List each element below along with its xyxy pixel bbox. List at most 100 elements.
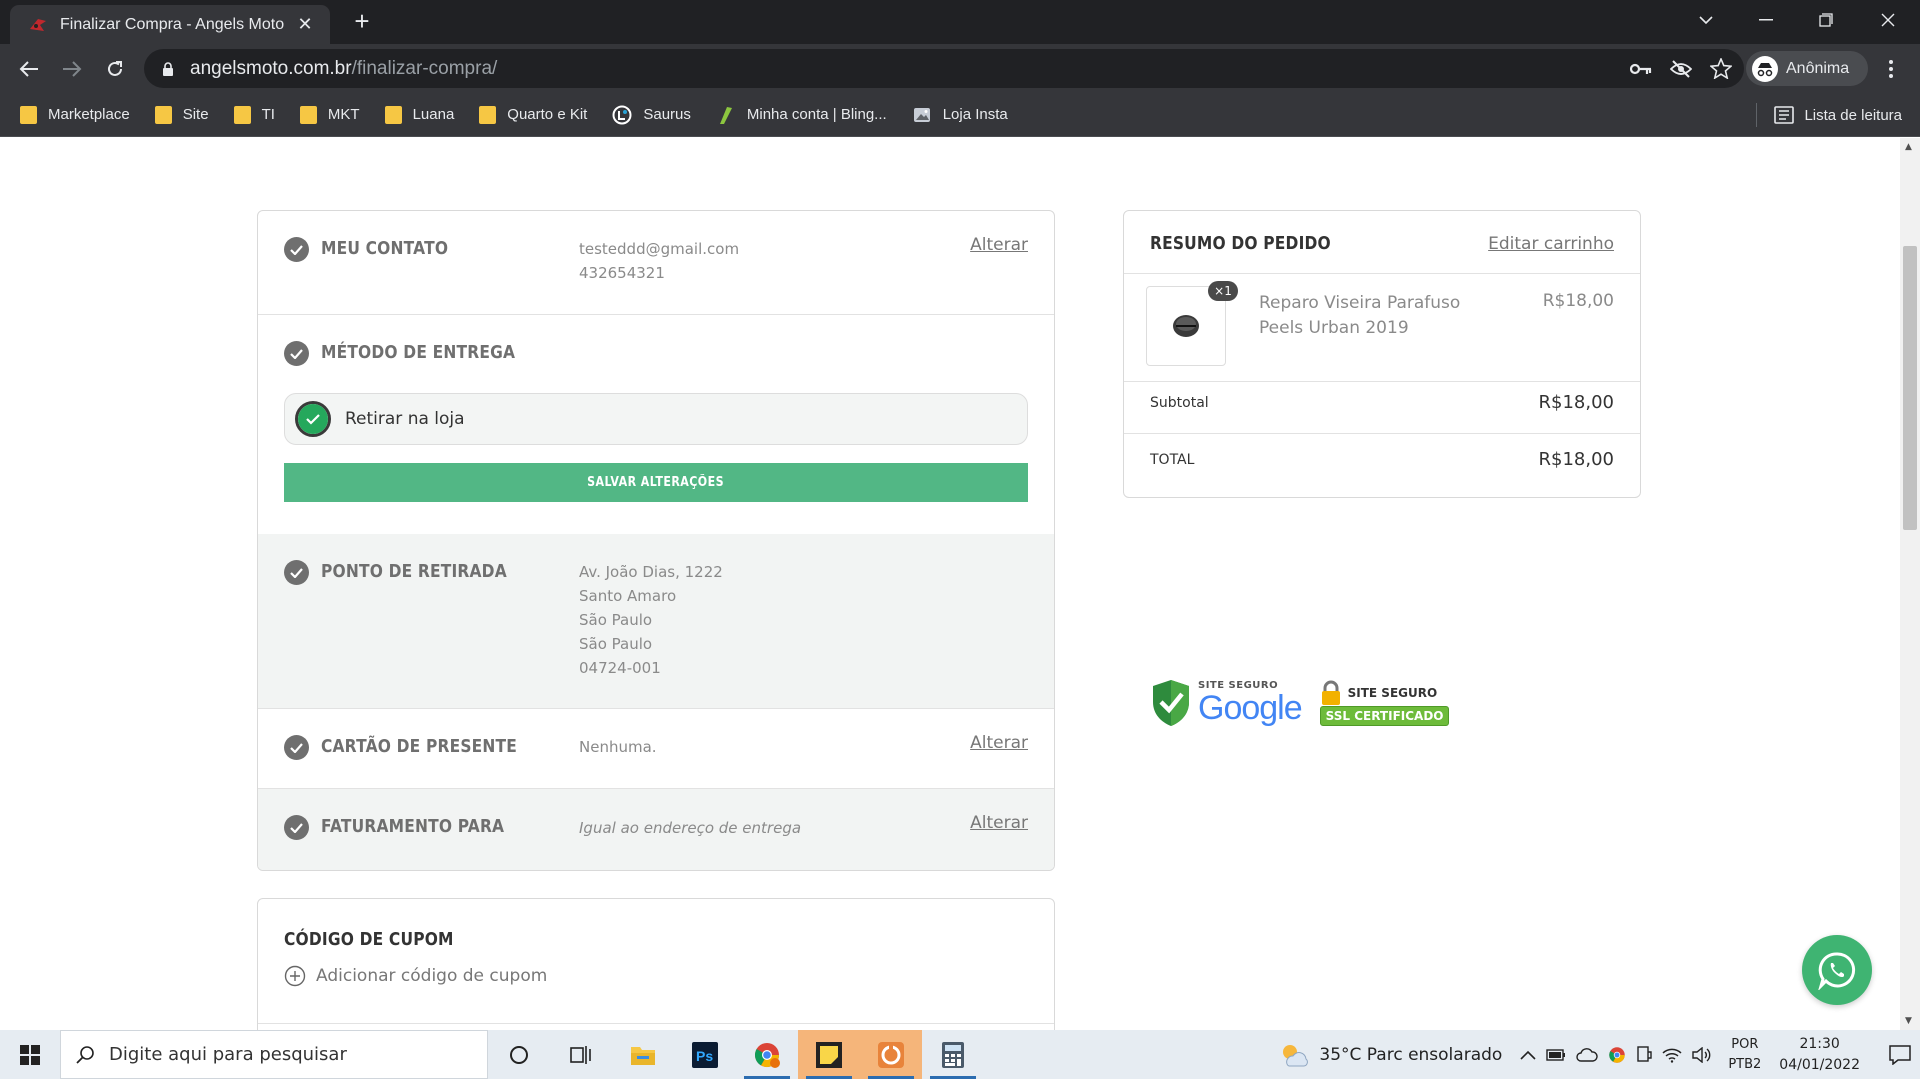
product-price: R$18,00	[1542, 291, 1614, 311]
clock[interactable]: 21:30 04/01/2022	[1779, 1034, 1860, 1076]
clock-time: 21:30	[1799, 1035, 1840, 1052]
image-icon	[912, 105, 932, 125]
weather-widget[interactable]: 35°C Parc ensolarado	[1279, 1042, 1502, 1068]
restore-button[interactable]	[1796, 0, 1856, 40]
new-tab-button[interactable]: +	[348, 8, 376, 36]
taskbar-search-box[interactable]: Digite aqui para pesquisar	[60, 1030, 488, 1079]
bookmark-ti[interactable]: TI	[233, 99, 275, 131]
close-window-button[interactable]	[1858, 0, 1918, 40]
gift-card-heading: CARTÃO DE PRESENTE	[321, 736, 518, 757]
volume-icon[interactable]	[1692, 1046, 1712, 1063]
incognito-profile-button[interactable]: Anônima	[1746, 51, 1868, 86]
app-button[interactable]	[860, 1030, 922, 1079]
chrome-tray-icon[interactable]	[1608, 1046, 1626, 1064]
bookmark-site[interactable]: Site	[154, 99, 209, 131]
tab-search-icon[interactable]	[1676, 0, 1736, 40]
check-icon	[284, 735, 309, 760]
bookmark-star-icon[interactable]	[1710, 58, 1732, 79]
contact-change-link[interactable]: Alterar	[970, 235, 1028, 255]
billing-change-link[interactable]: Alterar	[970, 813, 1028, 833]
bookmark-mkt[interactable]: MKT	[299, 99, 360, 131]
bookmark-luana[interactable]: Luana	[384, 99, 454, 131]
search-placeholder: Digite aqui para pesquisar	[109, 1044, 347, 1065]
file-explorer-button[interactable]	[612, 1030, 674, 1079]
divider	[1124, 381, 1640, 382]
weather-text: 35°C Parc ensolarado	[1319, 1044, 1503, 1065]
contact-details: testeddd@gmail.com 432654321	[579, 237, 739, 285]
check-icon	[284, 341, 309, 366]
divider	[258, 1023, 1054, 1024]
address-line: São Paulo	[579, 611, 653, 629]
notification-center-button[interactable]	[1880, 1030, 1920, 1079]
photoshop-button[interactable]: Ps	[674, 1030, 736, 1079]
sticky-notes-button[interactable]	[798, 1030, 860, 1079]
browser-menu-icon[interactable]	[1876, 56, 1906, 82]
chevron-up-icon[interactable]	[1520, 1050, 1536, 1060]
contact-phone: 432654321	[579, 264, 665, 282]
scrollbar-thumb[interactable]	[1903, 246, 1917, 530]
gift-card-change-link[interactable]: Alterar	[970, 733, 1028, 753]
google-wordmark: Google	[1198, 689, 1303, 727]
check-icon	[284, 815, 309, 840]
scroll-down-icon[interactable]: ▼	[1905, 1016, 1912, 1026]
scroll-up-icon[interactable]: ▲	[1905, 142, 1912, 152]
summary-heading: RESUMO DO PEDIDO	[1150, 233, 1331, 254]
save-changes-button[interactable]: SALVAR ALTERAÇÕES	[284, 463, 1028, 502]
folder-icon	[299, 105, 317, 124]
green-shield-icon	[1153, 680, 1189, 726]
bookmark-quarto-e-kit[interactable]: Quarto e Kit	[479, 99, 587, 131]
saurus-icon	[612, 105, 632, 125]
calculator-button[interactable]	[922, 1030, 984, 1079]
clock-date: 04/01/2022	[1779, 1056, 1860, 1073]
photoshop-icon: Ps	[692, 1041, 718, 1068]
bookmark-saurus[interactable]: Saurus	[612, 99, 691, 131]
windows-start-button[interactable]	[0, 1030, 60, 1079]
system-tray: 35°C Parc ensolarado POR PTB2 21:30 04/0…	[1279, 1030, 1920, 1079]
bookmark-loja-insta[interactable]: Loja Insta	[912, 99, 1008, 131]
bookmark-marketplace[interactable]: Marketplace	[20, 99, 130, 131]
minimize-button[interactable]	[1736, 0, 1796, 40]
battery-icon[interactable]	[1546, 1048, 1566, 1061]
contact-section: MEU CONTATO testeddd@gmail.com 432654321…	[258, 211, 1054, 315]
folder-icon	[233, 105, 251, 124]
billing-section: FATURAMENTO PARA Igual ao endereço de en…	[258, 789, 1054, 870]
forward-button[interactable]	[55, 52, 89, 86]
tab-close-icon[interactable]: ✕	[294, 14, 316, 35]
edit-cart-link[interactable]: Editar carrinho	[1488, 234, 1614, 254]
cortana-button[interactable]	[488, 1030, 550, 1079]
shipping-radio[interactable]	[295, 401, 331, 437]
reload-button[interactable]	[98, 52, 132, 86]
wifi-icon[interactable]	[1662, 1047, 1682, 1063]
chrome-button[interactable]	[736, 1030, 798, 1079]
ssl-badge-bottom: SSL CERTIFICADO	[1319, 706, 1450, 726]
bookmark-bling[interactable]: Minha conta | Bling...	[716, 99, 887, 131]
search-icon	[76, 1045, 94, 1064]
app-icon	[878, 1041, 904, 1068]
sticky-notes-icon	[816, 1041, 842, 1068]
check-icon	[284, 560, 309, 585]
key-icon[interactable]	[1630, 62, 1652, 76]
tab-active[interactable]: Finalizar Compra - Angels Moto ✕	[10, 5, 330, 44]
reading-list-button[interactable]: Lista de leitura	[1756, 93, 1902, 137]
page-scrollbar[interactable]: ▲ ▼	[1900, 138, 1920, 1030]
padlock-icon	[1321, 680, 1340, 705]
pickup-heading: PONTO DE RETIRADA	[321, 561, 507, 582]
shipping-option-pickup[interactable]: Retirar na loja	[284, 393, 1028, 445]
cortana-circle-icon	[510, 1045, 528, 1064]
back-button[interactable]	[12, 52, 46, 86]
onedrive-cloud-icon[interactable]	[1576, 1047, 1599, 1062]
address-bar[interactable]: angelsmoto.com.br/finalizar-compra/	[144, 49, 1744, 88]
whatsapp-button[interactable]	[1802, 935, 1872, 1005]
add-coupon-link[interactable]: Adicionar código de cupom	[284, 965, 547, 987]
folder-icon	[631, 1046, 655, 1065]
google-safe-badge: SITE SEGURO Google	[1150, 678, 1303, 728]
plus-circle-icon	[284, 965, 306, 987]
checkout-steps-card: MEU CONTATO testeddd@gmail.com 432654321…	[257, 210, 1055, 871]
task-view-button[interactable]	[550, 1030, 612, 1079]
eye-off-icon[interactable]	[1670, 59, 1692, 78]
device-icon[interactable]	[1636, 1045, 1653, 1064]
total-label: TOTAL	[1150, 452, 1195, 468]
ssl-badge-top: SITE SEGURO	[1347, 686, 1438, 700]
input-language-indicator[interactable]: POR PTB2	[1728, 1035, 1761, 1075]
shipping-method-section: MÉTODO DE ENTREGA Retirar na loja SALVAR…	[258, 315, 1054, 534]
